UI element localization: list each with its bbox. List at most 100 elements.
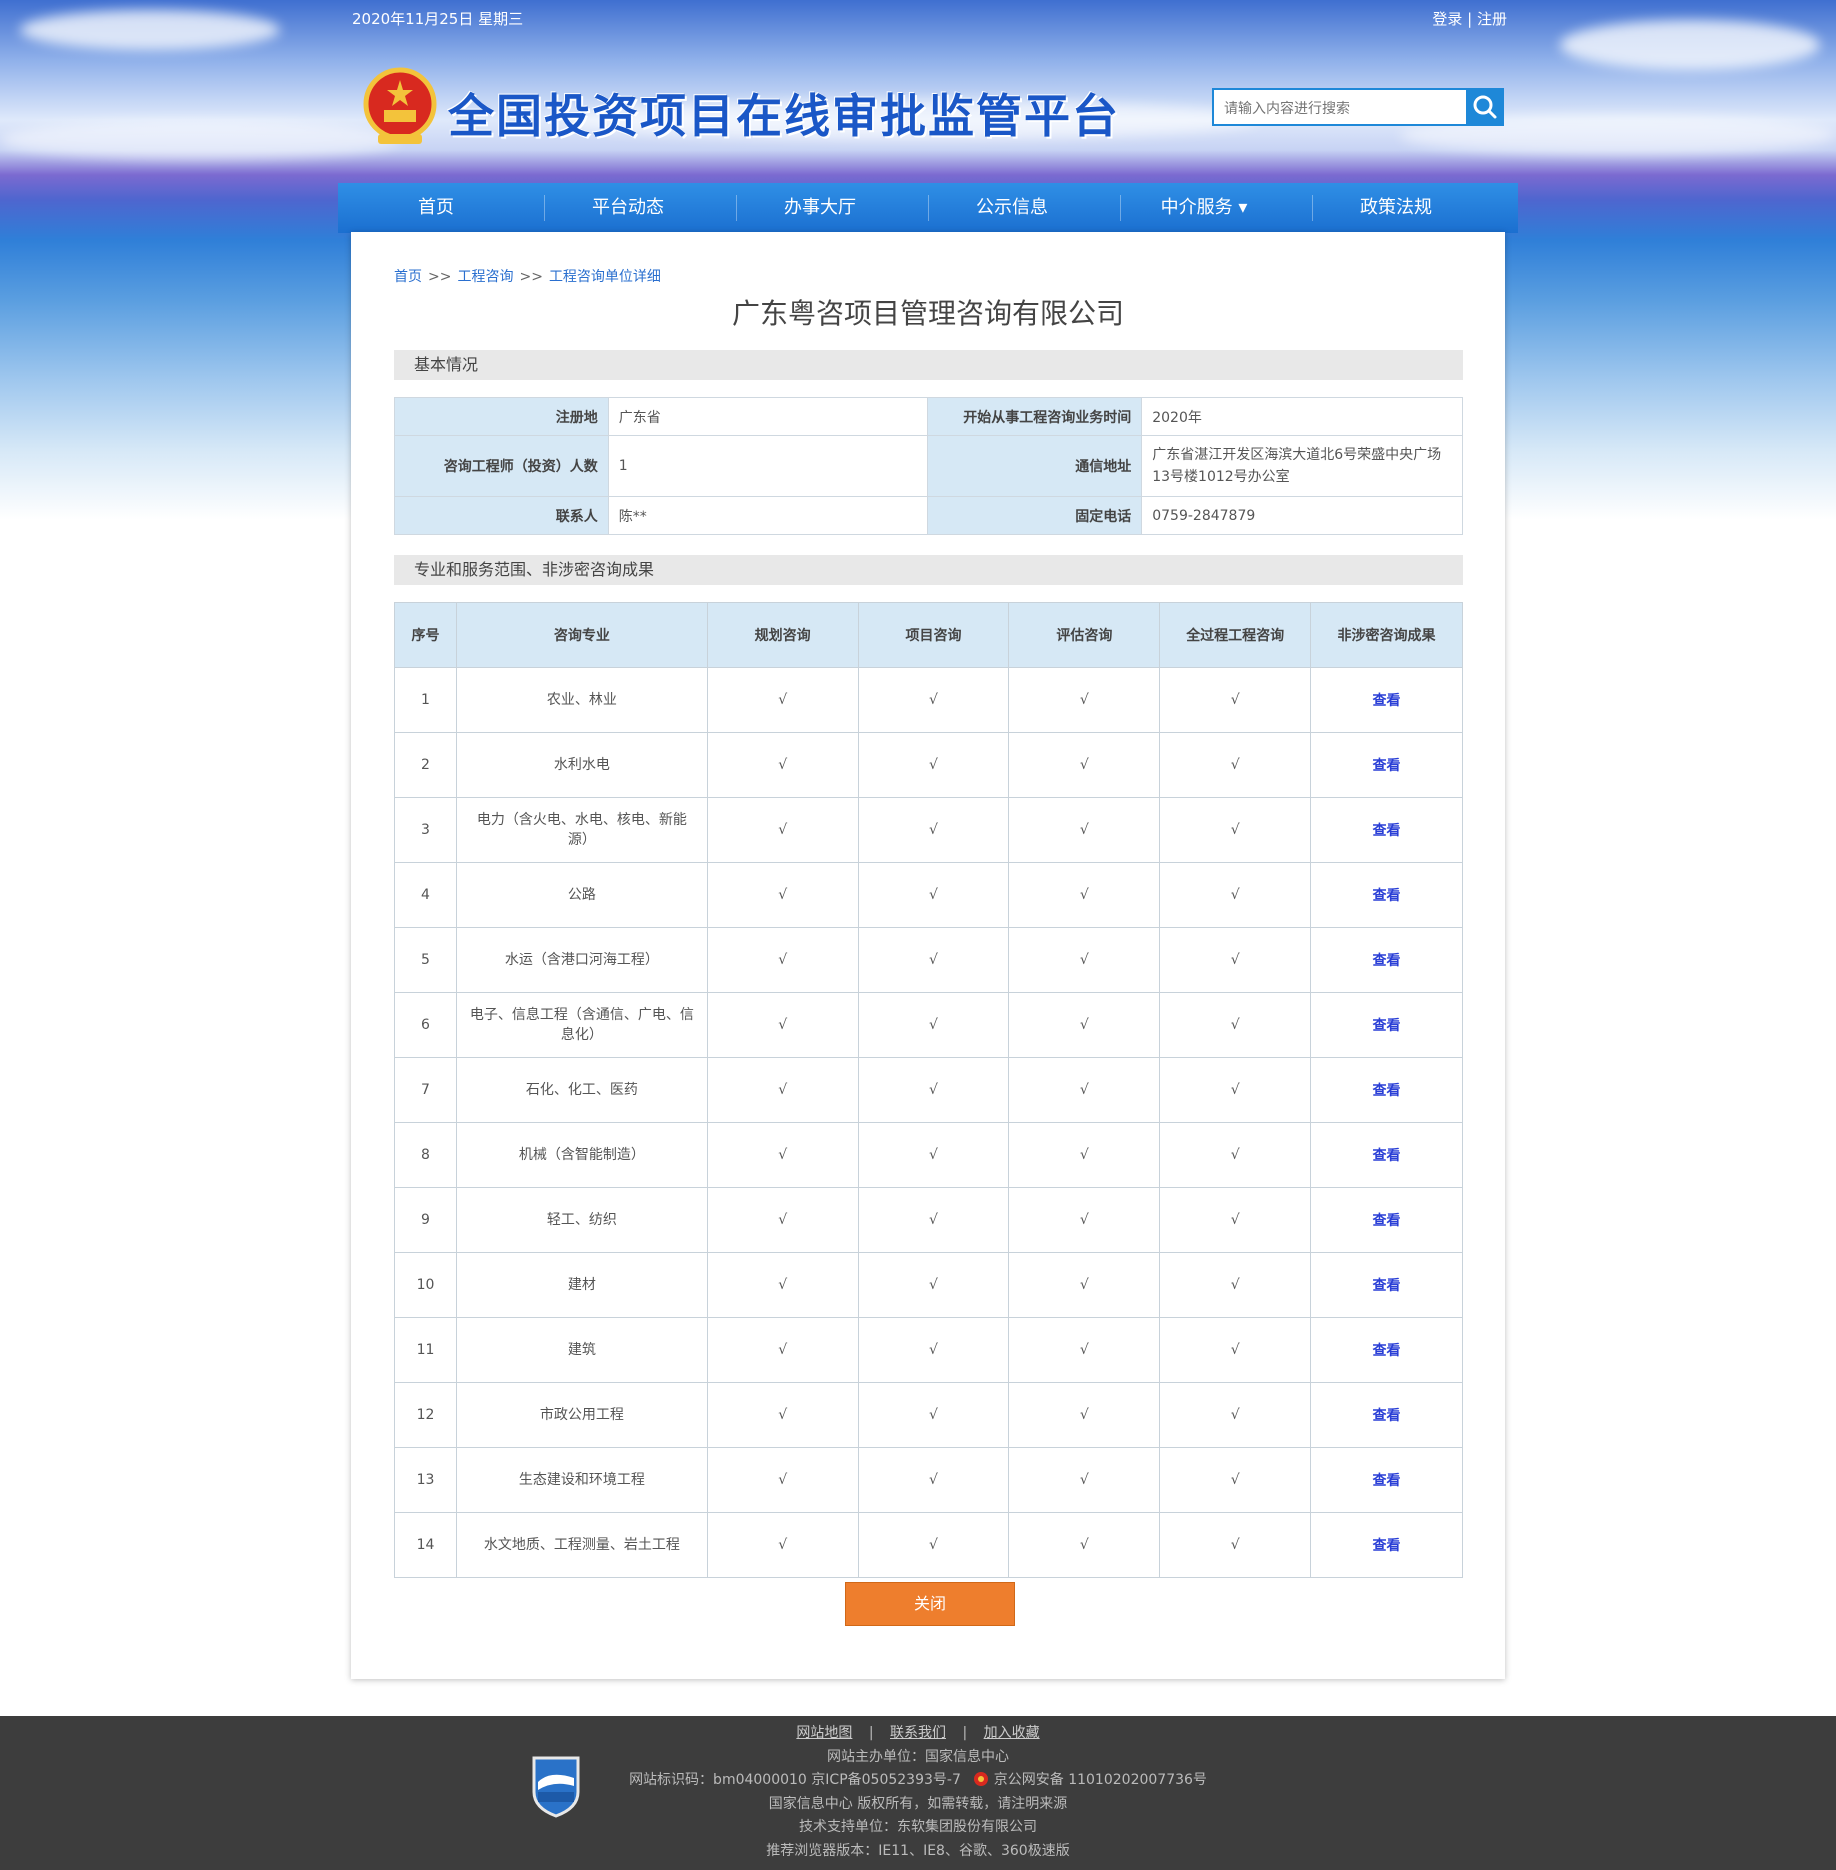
nav-service-hall[interactable]: 办事大厅 (724, 183, 916, 233)
whole-process-consulting-check: √ (1159, 667, 1312, 733)
footer-link-sitemap[interactable]: 网站地图 (796, 1725, 852, 1741)
nav-policies[interactable]: 政策法规 (1300, 183, 1492, 233)
whole-process-consulting-check: √ (1159, 1382, 1312, 1448)
result-cell: 查看 (1310, 732, 1463, 798)
column-header: 项目咨询 (857, 602, 1010, 668)
table-row: 6 电子、信息工程（含通信、广电、信息化） √ √ √ √ 查看 (394, 992, 1463, 1058)
view-result-link[interactable]: 查看 (1373, 1473, 1401, 1489)
project-consulting-check: √ (857, 1447, 1010, 1513)
evaluation-consulting-check: √ (1008, 992, 1161, 1058)
table-row: 7 石化、化工、医药 √ √ √ √ 查看 (394, 1057, 1463, 1123)
info-row: 咨询工程师（投资）人数 1 通信地址 广东省湛江开发区海滨大道北6号荣盛中央广场… (394, 435, 1463, 497)
column-header: 评估咨询 (1008, 602, 1161, 668)
row-number: 14 (394, 1512, 457, 1578)
column-header: 咨询专业 (455, 602, 708, 668)
nav-intermediary-services[interactable]: 中介服务 ▾ (1108, 183, 1300, 233)
whole-process-consulting-check: √ (1159, 797, 1312, 863)
auth-separator: | (1467, 10, 1473, 28)
whole-process-consulting-check: √ (1159, 927, 1312, 993)
result-cell: 查看 (1310, 1512, 1463, 1578)
register-link[interactable]: 注册 (1477, 10, 1507, 28)
search-input[interactable] (1222, 90, 1466, 126)
consulting-specialty: 电力（含火电、水电、核电、新能源） (455, 797, 708, 863)
services-table: 序号 咨询专业 规划咨询 项目咨询 评估咨询 全过程工程咨询 非涉密咨询成果 1… (394, 602, 1463, 1578)
view-result-link[interactable]: 查看 (1373, 1018, 1401, 1034)
info-label: 固定电话 (927, 496, 1143, 535)
project-consulting-check: √ (857, 1187, 1010, 1253)
view-result-link[interactable]: 查看 (1373, 1278, 1401, 1294)
breadcrumb-unit-detail[interactable]: 工程咨询单位详细 (549, 269, 661, 285)
evaluation-consulting-check: √ (1008, 667, 1161, 733)
whole-process-consulting-check: √ (1159, 1122, 1312, 1188)
nav-home[interactable]: 首页 (340, 183, 532, 233)
info-value: 广东省湛江开发区海滨大道北6号荣盛中央广场13号楼1012号办公室 (1141, 435, 1463, 497)
project-consulting-check: √ (857, 1122, 1010, 1188)
site-title: 全国投资项目在线审批监管平台 (448, 89, 1120, 143)
view-result-link[interactable]: 查看 (1373, 758, 1401, 774)
footer-link-bookmark[interactable]: 加入收藏 (984, 1725, 1040, 1741)
planning-consulting-check: √ (706, 862, 859, 928)
section-heading-basic: 基本情况 (394, 350, 1463, 380)
table-row: 10 建材 √ √ √ √ 查看 (394, 1252, 1463, 1318)
view-result-link[interactable]: 查看 (1373, 1408, 1401, 1424)
planning-consulting-check: √ (706, 992, 859, 1058)
consulting-specialty: 电子、信息工程（含通信、广电、信息化） (455, 992, 708, 1058)
column-header: 非涉密咨询成果 (1310, 602, 1463, 668)
whole-process-consulting-check: √ (1159, 732, 1312, 798)
view-result-link[interactable]: 查看 (1373, 1343, 1401, 1359)
main-nav: 首页 平台动态 办事大厅 公示信息 中介服务 ▾ 政策法规 (338, 183, 1518, 233)
planning-consulting-check: √ (706, 1512, 859, 1578)
result-cell: 查看 (1310, 1122, 1463, 1188)
nav-platform-news[interactable]: 平台动态 (532, 183, 724, 233)
footer-police-record: 京公网安备 11010202007736号 (993, 1772, 1207, 1788)
result-cell: 查看 (1310, 862, 1463, 928)
column-header: 全过程工程咨询 (1159, 602, 1312, 668)
info-label: 咨询工程师（投资）人数 (394, 435, 609, 497)
project-consulting-check: √ (857, 862, 1010, 928)
view-result-link[interactable]: 查看 (1373, 1213, 1401, 1229)
result-cell: 查看 (1310, 927, 1463, 993)
breadcrumb-engineering-consulting[interactable]: 工程咨询 (457, 269, 513, 285)
company-name: 广东粤咨项目管理咨询有限公司 (731, 297, 1124, 330)
row-number: 12 (394, 1382, 457, 1448)
view-result-link[interactable]: 查看 (1373, 1538, 1401, 1554)
services-table-body: 1 农业、林业 √ √ √ √ 查看 2 水利水电 √ √ √ √ 查看 3 电力（含火电、水电、核电、新能源… (394, 667, 1463, 1578)
view-result-link[interactable]: 查看 (1373, 693, 1401, 709)
search-button[interactable] (1466, 88, 1504, 126)
section-heading-services: 专业和服务范围、非涉密咨询成果 (394, 555, 1463, 585)
breadcrumb-home[interactable]: 首页 (394, 269, 422, 285)
consulting-specialty: 水运（含港口河海工程） (455, 927, 708, 993)
table-row: 2 水利水电 √ √ √ √ 查看 (394, 732, 1463, 798)
view-result-link[interactable]: 查看 (1373, 888, 1401, 904)
view-result-link[interactable]: 查看 (1373, 953, 1401, 969)
nav-public-info[interactable]: 公示信息 (916, 183, 1108, 233)
whole-process-consulting-check: √ (1159, 992, 1312, 1058)
planning-consulting-check: √ (706, 1382, 859, 1448)
consulting-specialty: 轻工、纺织 (455, 1187, 708, 1253)
view-result-link[interactable]: 查看 (1373, 823, 1401, 839)
content-panel: 首页 >> 工程咨询 >> 工程咨询单位详细 广东粤咨项目管理咨询有限公司 基本情况 注… (351, 232, 1505, 1679)
close-button[interactable]: 关闭 (845, 1582, 1015, 1626)
whole-process-consulting-check: √ (1159, 1252, 1312, 1318)
login-link[interactable]: 登录 (1432, 10, 1462, 28)
row-number: 13 (394, 1447, 457, 1513)
footer-link-contact[interactable]: 联系我们 (890, 1725, 946, 1741)
footer: 网站地图 | 联系我们 | 加入收藏 网站主办单位：国家信息中心 网站标识码：b… (0, 1716, 1836, 1870)
table-row: 11 建筑 √ √ √ √ 查看 (394, 1317, 1463, 1383)
planning-consulting-check: √ (706, 1187, 859, 1253)
view-result-link[interactable]: 查看 (1373, 1083, 1401, 1099)
whole-process-consulting-check: √ (1159, 862, 1312, 928)
row-number: 4 (394, 862, 457, 928)
project-consulting-check: √ (857, 1057, 1010, 1123)
result-cell: 查看 (1310, 1187, 1463, 1253)
planning-consulting-check: √ (706, 927, 859, 993)
info-label: 联系人 (394, 496, 609, 535)
consulting-specialty: 水文地质、工程测量、岩土工程 (455, 1512, 708, 1578)
footer-host: 网站主办单位：国家信息中心 (827, 1749, 1009, 1765)
info-value: 2020年 (1141, 397, 1463, 436)
current-date: 2020年11月25日 星期三 (352, 10, 524, 28)
project-consulting-check: √ (857, 1317, 1010, 1383)
view-result-link[interactable]: 查看 (1373, 1148, 1401, 1164)
planning-consulting-check: √ (706, 1252, 859, 1318)
services-header-row: 序号 咨询专业 规划咨询 项目咨询 评估咨询 全过程工程咨询 非涉密咨询成果 (394, 602, 1463, 668)
